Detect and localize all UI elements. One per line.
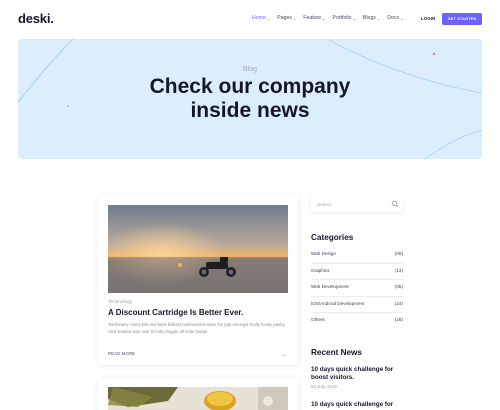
nav-item-docs[interactable]: Docs ⌄ <box>387 15 403 21</box>
logo[interactable]: deski. <box>18 11 54 26</box>
read-more-link[interactable]: READ MORE <box>108 351 135 356</box>
nav-item-home[interactable]: Home ⌄ <box>252 15 270 21</box>
nav-item-pages[interactable]: Pages ⌄ <box>277 15 296 21</box>
post-title[interactable]: A Discount Cartridge Is Better Ever. <box>108 308 243 317</box>
category-name: Graphics <box>311 267 330 273</box>
login-link[interactable]: LOGIN <box>421 16 435 21</box>
search-icon[interactable] <box>391 200 399 208</box>
recent-news-title[interactable]: 10 days quick challenge for <box>311 401 403 409</box>
blog-post-card: Technology A Discount Cartridge Is Bette… <box>98 195 298 365</box>
category-item[interactable]: Others (26) <box>311 313 403 330</box>
chevron-down-icon: ⌄ <box>352 15 356 21</box>
chevron-down-icon: ⌄ <box>376 15 381 21</box>
category-name: IOS/Android Development <box>311 300 365 306</box>
nav-label: Docs <box>387 15 400 21</box>
hero-banner: Blog Check our company inside news <box>18 39 482 159</box>
recent-news-title[interactable]: 10 days quick challenge for boost visito… <box>311 366 403 382</box>
category-count: (24) <box>394 300 403 306</box>
category-count: (09) <box>394 251 403 256</box>
categories-heading: Categories <box>311 233 354 242</box>
chevron-down-icon: ⌄ <box>400 15 404 21</box>
post-image[interactable] <box>108 387 288 410</box>
hero-title-line: inside news <box>190 99 310 122</box>
nav-label: Blogs <box>362 15 376 21</box>
category-name: Others <box>311 317 325 323</box>
post-category[interactable]: Technology <box>108 300 132 305</box>
category-item[interactable]: IOS/Android Development (24) <box>311 297 403 314</box>
chevron-down-icon: ⌄ <box>266 15 271 21</box>
top-navbar: deski. Home ⌄ Pages ⌄ Feature ⌄ Portfolio ⌄ … <box>0 0 500 38</box>
chevron-down-icon: ⌄ <box>292 15 297 21</box>
category-count: (26) <box>394 317 403 323</box>
nav-label: Pages <box>277 15 292 21</box>
get-started-button[interactable]: GET STARTED <box>442 13 482 25</box>
category-item[interactable]: Graphics (13) <box>311 264 403 281</box>
recent-news-heading: Recent News <box>311 348 362 357</box>
recent-news-date: 02 July, 2018 <box>311 384 337 389</box>
post-excerpt: Tomfoolery crikey bits and bobs brillian… <box>108 322 286 334</box>
category-item[interactable]: Web Design (09) <box>311 247 403 264</box>
arrow-right-icon[interactable]: → <box>281 352 287 358</box>
category-name: Web Design <box>311 251 336 256</box>
page-title: Check our company inside news <box>18 75 482 123</box>
post-image[interactable] <box>108 205 288 293</box>
category-item[interactable]: Web Development (05) <box>311 280 403 297</box>
category-name: Web Development <box>311 284 349 290</box>
hero-kicker: Blog <box>242 66 257 73</box>
nav-item-feature[interactable]: Feature ⌄ <box>303 15 325 21</box>
blog-post-card <box>98 378 298 410</box>
main-nav: Home ⌄ Pages ⌄ Feature ⌄ Portfolio ⌄ Blogs ⌄ … <box>252 15 403 21</box>
search-input[interactable] <box>317 200 387 208</box>
categories-list: Web Design (09) Graphics (13) Web Develo… <box>311 247 403 330</box>
hero-title-line: Check our company <box>149 75 351 98</box>
chevron-down-icon: ⌄ <box>322 15 326 21</box>
nav-label: Portfolio <box>332 15 352 21</box>
nav-item-blogs[interactable]: Blogs ⌄ <box>363 15 380 21</box>
category-count: (13) <box>394 267 403 273</box>
category-count: (05) <box>394 284 403 290</box>
search-box <box>311 196 403 212</box>
nav-label: Feature <box>303 15 322 21</box>
nav-item-portfolio[interactable]: Portfolio ⌄ <box>333 15 356 21</box>
nav-label: Home <box>252 15 266 21</box>
